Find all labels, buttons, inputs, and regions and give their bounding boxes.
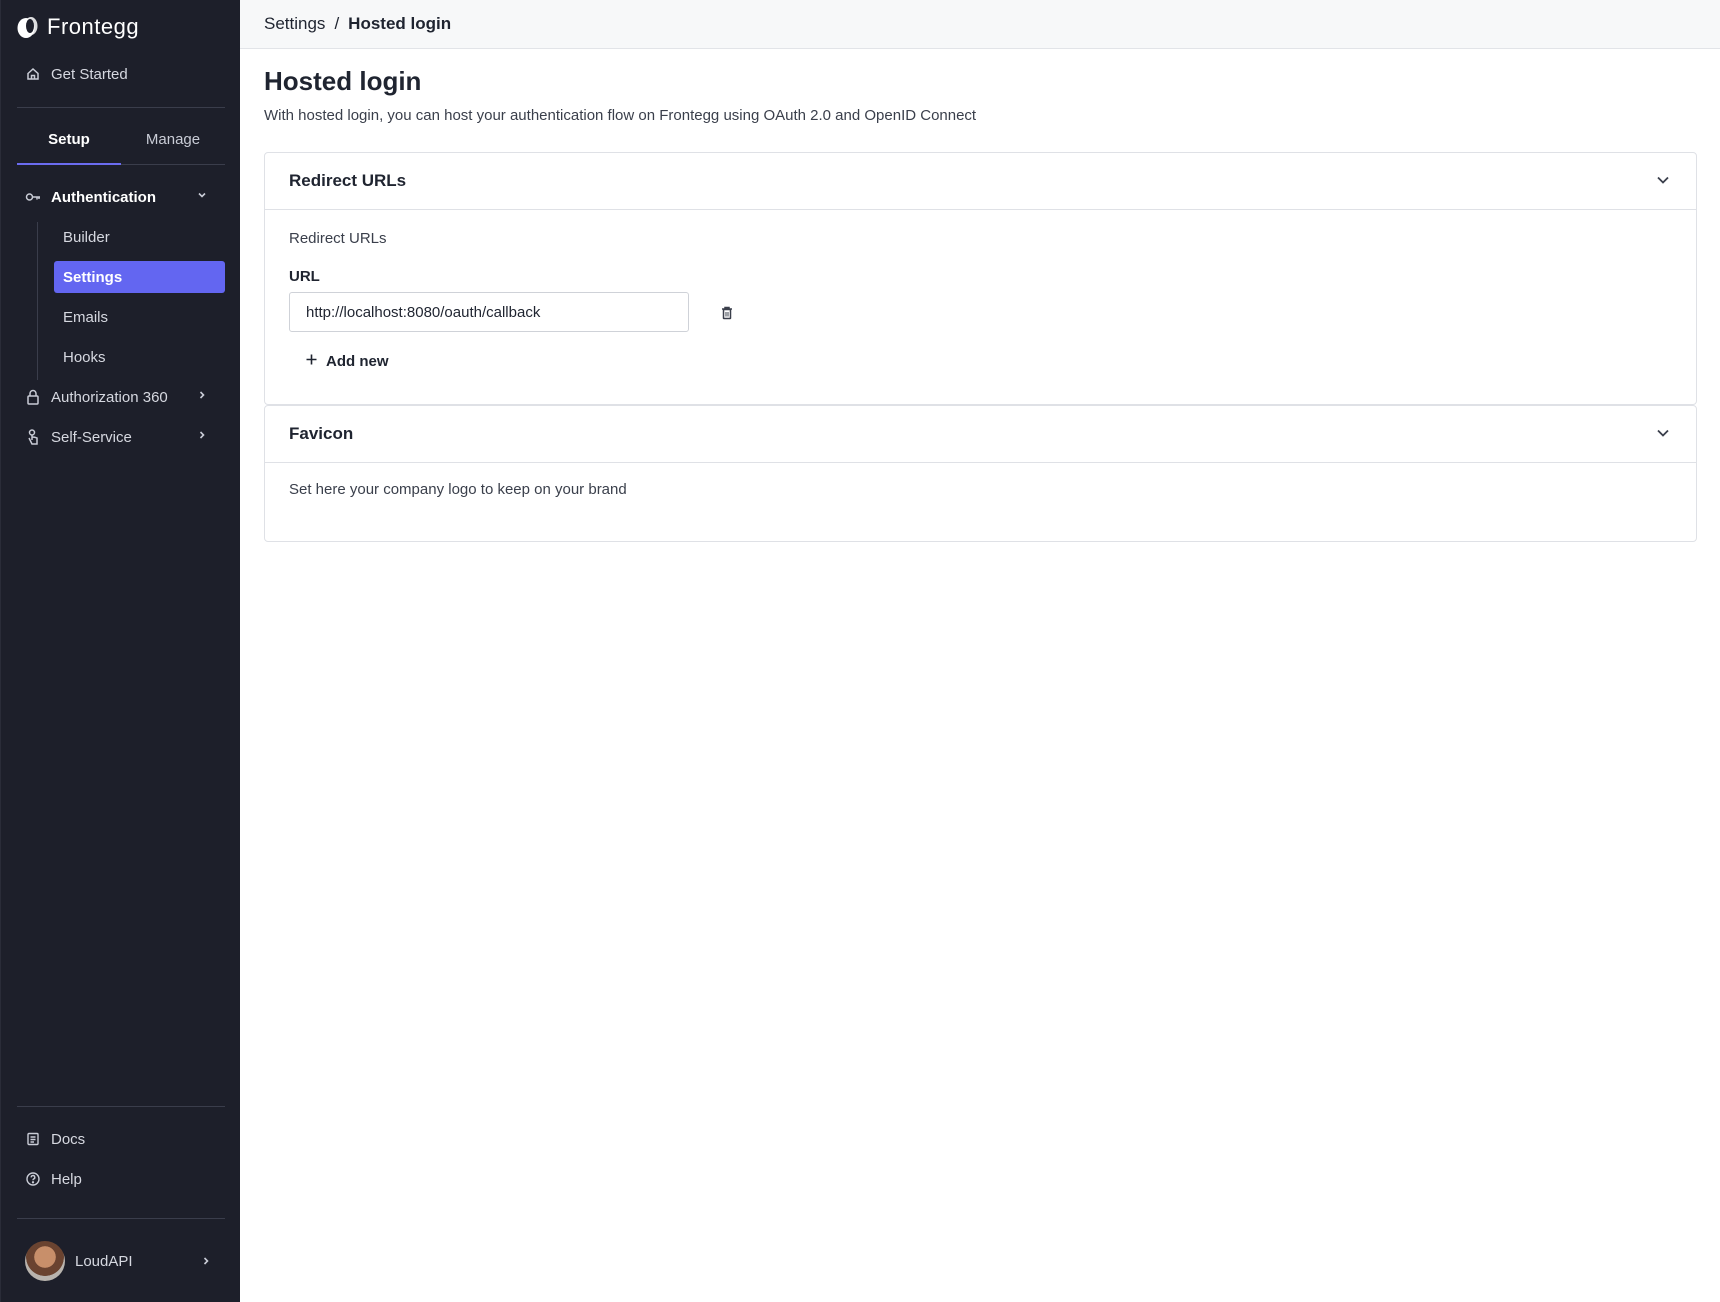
nav-authentication-label: Authentication <box>51 188 156 206</box>
nav-authorization[interactable]: Authorization 360 <box>25 385 168 409</box>
chevron-down-icon[interactable] <box>1654 424 1672 442</box>
chevron-down-icon[interactable] <box>196 188 208 204</box>
plus-icon <box>305 353 318 370</box>
chevron-down-icon[interactable] <box>1654 171 1672 189</box>
sidebar-item-hooks[interactable]: Hooks <box>54 341 225 373</box>
home-icon <box>25 66 41 82</box>
add-new-label: Add new <box>326 353 389 370</box>
breadcrumb: Settings / Hosted login <box>240 0 1720 49</box>
nav-get-started[interactable]: Get Started <box>25 62 128 86</box>
sidebar-divider <box>17 107 225 108</box>
add-new-url-button[interactable]: Add new <box>305 353 389 370</box>
lock-icon <box>25 389 41 405</box>
brand-name: Frontegg <box>47 14 140 39</box>
sidebar: Frontegg Get Started Setup Manage Authen… <box>0 0 240 1302</box>
breadcrumb-current: Hosted login <box>348 14 452 33</box>
user-menu[interactable]: LoudAPI <box>25 1240 225 1282</box>
user-name: LoudAPI <box>75 1252 133 1270</box>
auth-subnav-line <box>37 222 38 380</box>
nav-authentication[interactable]: Authentication <box>25 185 209 209</box>
nav-self-service[interactable]: Self-Service <box>25 425 132 449</box>
hand-icon <box>25 429 41 445</box>
nav-authorization-label: Authorization 360 <box>51 388 168 406</box>
nav-help-label: Help <box>51 1170 82 1188</box>
favicon-header[interactable]: Favicon <box>265 406 1696 463</box>
chevron-right-icon[interactable] <box>196 388 208 404</box>
favicon-title: Favicon <box>289 424 354 443</box>
sidebar-item-emails[interactable]: Emails <box>54 301 225 333</box>
favicon-description: Set here your company logo to keep on yo… <box>289 481 627 498</box>
nav-help[interactable]: Help <box>25 1167 82 1191</box>
brand-logo[interactable]: Frontegg <box>17 14 139 40</box>
sidebar-divider-user <box>17 1218 225 1219</box>
nav-get-started-label: Get Started <box>51 65 128 83</box>
key-icon <box>25 189 41 205</box>
favicon-panel: Favicon Set here your company logo to ke… <box>264 405 1697 542</box>
redirect-urls-title: Redirect URLs <box>289 171 407 190</box>
chevron-right-icon[interactable] <box>200 1254 212 1270</box>
tab-manage[interactable]: Manage <box>121 115 225 164</box>
page-title: Hosted login <box>264 66 422 96</box>
avatar <box>25 1241 65 1281</box>
help-circle-icon <box>25 1171 41 1187</box>
redirect-url-input[interactable] <box>289 292 689 332</box>
sidebar-divider-bottom <box>17 1106 225 1107</box>
breadcrumb-separator: / <box>334 14 340 33</box>
sidebar-tabs: Setup Manage <box>17 115 225 165</box>
nav-self-service-label: Self-Service <box>51 428 132 446</box>
redirect-urls-header[interactable]: Redirect URLs <box>265 153 1696 210</box>
nav-docs-label: Docs <box>51 1130 86 1148</box>
sidebar-item-settings[interactable]: Settings <box>54 261 225 293</box>
chevron-right-icon[interactable] <box>196 428 208 444</box>
page-subtitle: With hosted login, you can host your aut… <box>264 107 977 124</box>
trash-icon[interactable] <box>717 303 737 323</box>
document-icon <box>25 1131 41 1147</box>
breadcrumb-settings[interactable]: Settings <box>264 14 325 34</box>
url-field-label: URL <box>289 268 320 285</box>
redirect-urls-caption: Redirect URLs <box>289 230 387 247</box>
tab-setup[interactable]: Setup <box>17 115 121 165</box>
frontegg-logo-icon <box>17 17 38 38</box>
nav-docs[interactable]: Docs <box>25 1127 85 1151</box>
redirect-urls-panel: Redirect URLs Redirect URLs URL Add new <box>264 152 1697 405</box>
sidebar-item-builder[interactable]: Builder <box>54 221 225 253</box>
